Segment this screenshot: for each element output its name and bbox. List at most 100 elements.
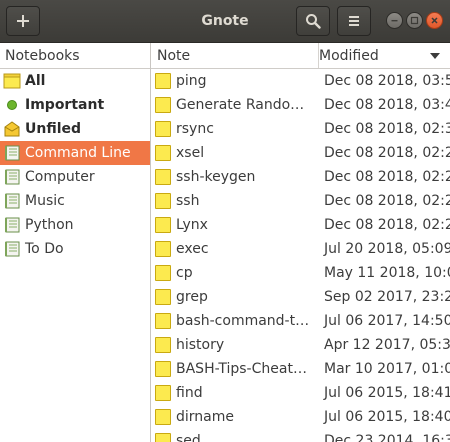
note-modified-date: Dec 08 2018, 03:52 [324,73,450,89]
sidebar-item-important[interactable]: Important [0,93,150,117]
notebook-icon [5,169,20,185]
sidebar-item-unfiled[interactable]: Unfiled [0,117,150,141]
note-title: ssh-keygen [176,169,256,185]
note-icon [155,409,171,425]
note-row[interactable]: ping Dec 08 2018, 03:52 [151,69,450,93]
search-icon [306,14,321,29]
note-modified-date: Dec 08 2018, 02:25 [324,193,450,209]
note-title: xsel [176,145,205,161]
note-title: dirname [176,409,234,425]
sidebar-item-label: Unfiled [25,121,82,137]
minimize-button[interactable] [386,12,403,29]
sidebar-item-command-line[interactable]: Command Line [0,141,150,165]
note-icon [155,241,171,257]
notebooks-header[interactable]: Notebooks [0,43,150,69]
notes-list: Note Modified ping Dec 08 2018, 03:52 Ge… [151,43,450,442]
note-row[interactable]: xsel Dec 08 2018, 02:26 [151,141,450,165]
sort-descending-icon[interactable] [430,53,440,59]
note-icon [155,73,171,89]
note-row[interactable]: find Jul 06 2015, 18:41 [151,381,450,405]
note-modified-date: Jul 20 2018, 05:09 [324,241,450,257]
note-modified-date: Apr 12 2017, 05:31 [324,337,450,353]
sidebar-item-label: Computer [25,169,95,185]
note-row[interactable]: rsync Dec 08 2018, 02:37 [151,117,450,141]
note-title: rsync [176,121,214,137]
new-note-button[interactable] [6,6,40,36]
sidebar-item-to-do[interactable]: To Do [0,237,150,261]
note-modified-date: May 11 2018, 10:03 [324,265,450,281]
sidebar-item-python[interactable]: Python [0,213,150,237]
note-row[interactable]: history Apr 12 2017, 05:31 [151,333,450,357]
note-modified-date: Dec 23 2014, 16:37 [324,433,450,442]
note-title: ping [176,73,207,89]
note-icon [155,385,171,401]
sidebar-item-label: Command Line [25,145,131,161]
note-title: history [176,337,225,353]
note-modified-date: Dec 08 2018, 02:22 [324,217,450,233]
sidebar-item-all[interactable]: All [0,69,150,93]
note-modified-date: Sep 02 2017, 23:29 [324,289,450,305]
main-menu-button[interactable] [337,6,371,36]
note-modified-date: Jul 06 2015, 18:40 [324,409,450,425]
note-modified-date: Jul 06 2017, 14:50 [324,313,450,329]
note-title: grep [176,289,208,305]
sidebar-item-label: Python [25,217,74,233]
note-icon [155,433,171,442]
note-title: ssh [176,193,200,209]
note-icon [155,121,171,137]
note-modified-date: Dec 08 2018, 02:26 [324,145,450,161]
notes-list-header: Note Modified [151,43,450,69]
note-row[interactable]: grep Sep 02 2017, 23:29 [151,285,450,309]
close-icon [431,17,438,24]
notebook-icon [5,217,20,233]
note-row[interactable]: sed Dec 23 2014, 16:37 [151,429,450,442]
note-icon [155,193,171,209]
note-icon [155,97,171,113]
note-icon [155,145,171,161]
note-title: cp [176,265,193,281]
sidebar-item-label: Music [25,193,65,209]
notebook-icon [5,193,20,209]
note-modified-date: Jul 06 2015, 18:41 [324,385,450,401]
notebook-icon [5,241,20,257]
note-row[interactable]: Lynx Dec 08 2018, 02:22 [151,213,450,237]
note-icon [155,265,171,281]
note-modified-date: Dec 08 2018, 02:26 [324,169,450,185]
plus-icon [17,15,29,27]
note-icon [155,361,171,377]
note-row[interactable]: dirname Jul 06 2015, 18:40 [151,405,450,429]
search-button[interactable] [296,6,330,36]
note-modified-date: Dec 08 2018, 03:48 [324,97,450,113]
note-column-header[interactable]: Note [157,43,190,69]
sidebar-item-label: All [25,73,46,89]
sidebar-item-computer[interactable]: Computer [0,165,150,189]
note-title: exec [176,241,209,257]
note-row[interactable]: Generate Random Password Dec 08 2018, 03… [151,93,450,117]
note-row[interactable]: BASH-Tips-Cheatsheet Mar 10 2017, 01:06 [151,357,450,381]
note-title: BASH-Tips-Cheatsheet [176,361,314,377]
sidebar-item-label: To Do [25,241,64,257]
sidebar-item-music[interactable]: Music [0,189,150,213]
note-icon [155,313,171,329]
note-row[interactable]: bash-command-tools Jul 06 2017, 14:50 [151,309,450,333]
notebook-icon [5,145,20,161]
close-button[interactable] [426,12,443,29]
hamburger-icon [349,16,359,26]
note-icon [155,217,171,233]
note-icon [155,337,171,353]
note-title: Generate Random Password [176,97,314,113]
gnote-window: Gnote Notebooks All Important Unfiled Co… [0,0,450,442]
header-bar: Gnote [0,0,450,43]
note-row[interactable]: cp May 11 2018, 10:03 [151,261,450,285]
notebooks-sidebar: Notebooks All Important Unfiled Command … [0,43,151,442]
sidebar-item-label: Important [25,97,105,113]
note-row[interactable]: ssh-keygen Dec 08 2018, 02:26 [151,165,450,189]
window-title: Gnote [201,13,249,29]
maximize-button[interactable] [406,12,423,29]
minimize-icon [391,20,398,22]
modified-column-header[interactable]: Modified [319,43,379,69]
note-title: sed [176,433,201,442]
note-row[interactable]: exec Jul 20 2018, 05:09 [151,237,450,261]
note-title: Lynx [176,217,208,233]
note-row[interactable]: ssh Dec 08 2018, 02:25 [151,189,450,213]
